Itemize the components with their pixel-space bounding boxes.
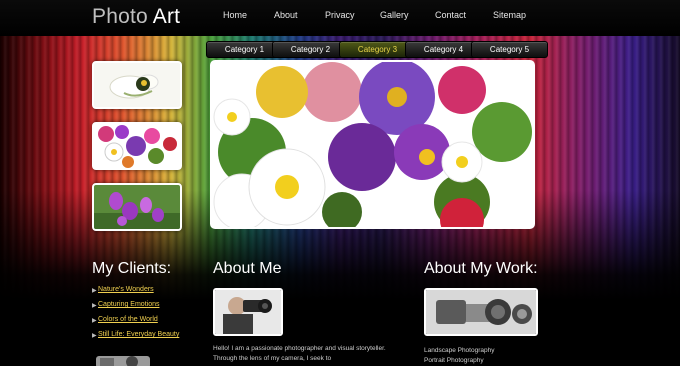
bullet-arrow-icon: ▶ <box>92 332 97 339</box>
bullet-arrow-icon: ▶ <box>92 317 97 324</box>
about-heading: About Me <box>213 260 282 277</box>
thumbnail-bouquet[interactable] <box>92 122 182 170</box>
logo-text-photo: Photo <box>92 5 153 28</box>
hero-flower-bouquet <box>210 60 535 229</box>
flower-bouquet-image <box>212 62 533 227</box>
thumbnail-white-flower[interactable] <box>92 61 182 109</box>
site-logo[interactable]: Photo Art <box>92 4 180 30</box>
photographer-image <box>215 290 281 334</box>
tab-category-5[interactable]: Category 5 <box>471 41 548 58</box>
camera-lens-photo <box>424 288 538 336</box>
purple-flower-image <box>94 185 180 229</box>
client-link-natures-wonders[interactable]: Nature's Wonders <box>98 286 154 293</box>
bullet-arrow-icon: ▶ <box>92 302 97 309</box>
nav-about[interactable]: About <box>274 10 298 20</box>
work-list: Landscape Photography Portrait Photograp… <box>424 346 494 366</box>
nav-home[interactable]: Home <box>223 10 247 20</box>
clients-heading: My Clients: <box>92 260 172 277</box>
client-link-capturing-emotions[interactable]: Capturing Emotions <box>98 301 159 308</box>
nav-contact[interactable]: Contact <box>435 10 466 20</box>
work-heading: About My Work: <box>424 260 538 277</box>
nav-sitemap[interactable]: Sitemap <box>493 10 526 20</box>
camera-image <box>96 356 150 366</box>
nav-privacy[interactable]: Privacy <box>325 10 355 20</box>
camera-lens-image <box>426 290 536 334</box>
client-link-still-life[interactable]: Still Life: Everyday Beauty <box>98 331 179 338</box>
work-item-landscape: Landscape Photography <box>424 347 495 354</box>
client-link-colors-of-the-world[interactable]: Colors of the World <box>98 316 158 323</box>
white-flower-image <box>94 63 180 107</box>
work-item-portrait: Portrait Photography <box>424 357 484 364</box>
tab-category-2[interactable]: Category 2 <box>272 41 349 58</box>
logo-text-art: Art <box>152 5 181 28</box>
bouquet-thumbnail-image <box>94 124 180 168</box>
photographer-photo <box>213 288 283 336</box>
thumbnail-purple-flower[interactable] <box>92 183 182 231</box>
nav-gallery[interactable]: Gallery <box>380 10 409 20</box>
bullet-arrow-icon: ▶ <box>92 287 97 294</box>
site-header: Photo Art Home About Privacy Gallery Con… <box>0 0 680 36</box>
about-text: Hello! I am a passionate photographer an… <box>213 345 386 362</box>
